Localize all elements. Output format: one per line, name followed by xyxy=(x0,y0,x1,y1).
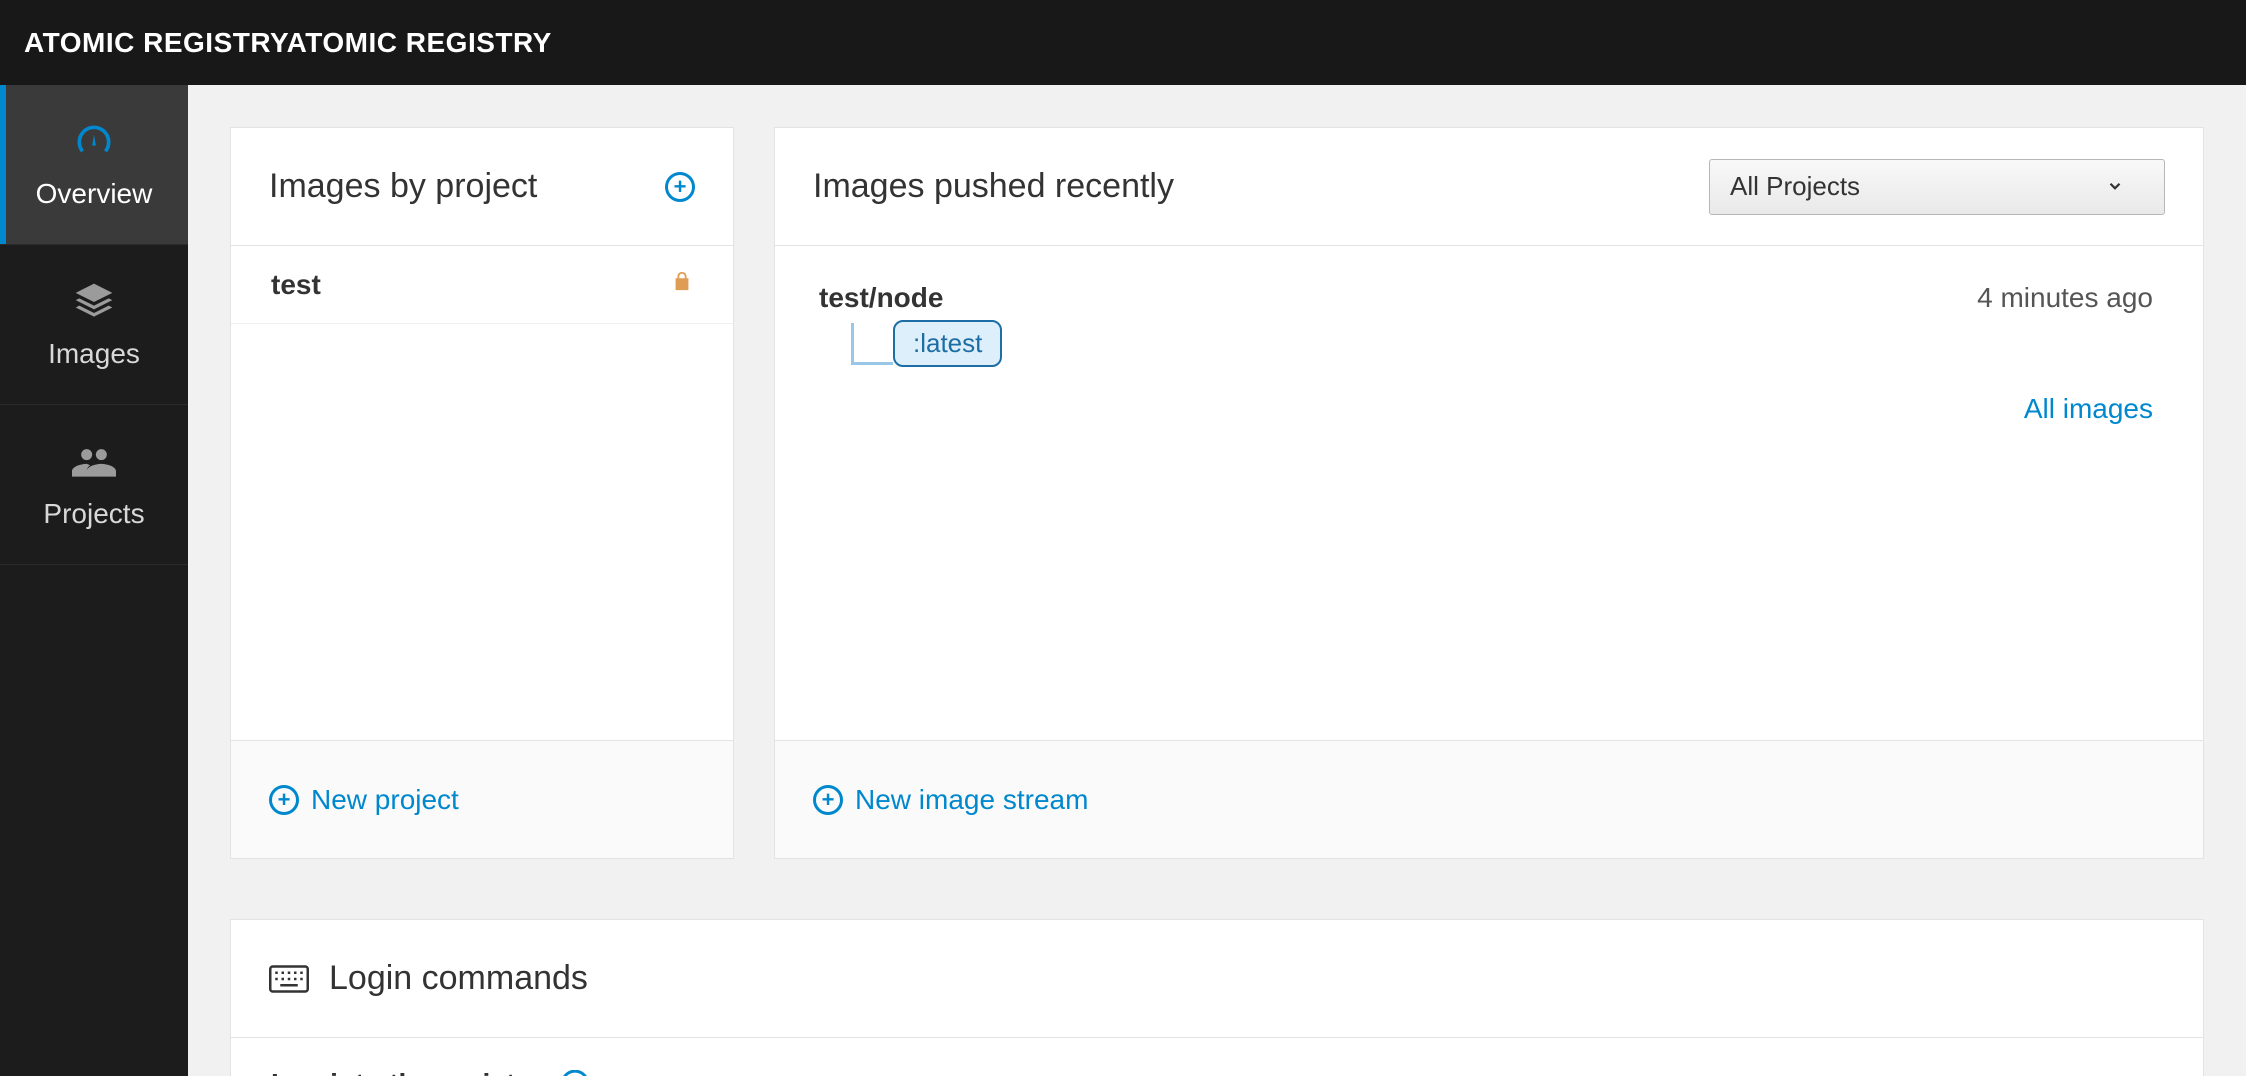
sidebar-item-projects[interactable]: Projects xyxy=(0,405,188,565)
image-name[interactable]: test/node xyxy=(819,282,1002,314)
all-images-link[interactable]: All images xyxy=(2024,393,2153,424)
card-footer: + New image stream xyxy=(775,740,2203,858)
sidebar-item-label: Projects xyxy=(43,498,144,530)
lock-icon xyxy=(671,268,693,301)
plus-icon: + xyxy=(269,785,299,815)
image-tag[interactable]: :latest xyxy=(893,320,1002,367)
card-login-commands: Login commands Log into the registry: xyxy=(230,919,2204,1076)
card-title: Login commands xyxy=(329,959,588,998)
dashboard-icon xyxy=(72,120,116,164)
keyboard-icon xyxy=(269,963,309,995)
sidebar-item-label: Overview xyxy=(36,178,153,210)
card-body: test/node :latest 4 minutes ago All imag… xyxy=(775,246,2203,740)
users-icon xyxy=(72,440,116,484)
card-images-recent: Images pushed recently All Projects test… xyxy=(774,127,2204,859)
card-header: Images pushed recently All Projects xyxy=(775,128,2203,246)
card-title: Images by project xyxy=(269,167,537,206)
login-label: Log into the registry: xyxy=(271,1068,551,1076)
sidebar: Overview Images Projects xyxy=(0,85,188,1076)
new-project-link[interactable]: + New project xyxy=(269,784,459,816)
sidebar-item-images[interactable]: Images xyxy=(0,245,188,405)
plus-icon: + xyxy=(813,785,843,815)
main-content: Images by project + test + New project xyxy=(188,85,2246,1076)
topbar: ATOMIC REGISTRYATOMIC REGISTRY xyxy=(0,0,2246,85)
project-row[interactable]: test xyxy=(231,246,733,324)
dropdown-selected: All Projects xyxy=(1730,171,1860,202)
link-label: New project xyxy=(311,784,459,816)
brand-text: ATOMIC REGISTRYATOMIC REGISTRY xyxy=(24,27,552,59)
card-body: Log into the registry: xyxy=(231,1038,2203,1076)
card-title: Images pushed recently xyxy=(813,167,1174,206)
new-image-stream-link[interactable]: + New image stream xyxy=(813,784,1088,816)
link-label: New image stream xyxy=(855,784,1088,816)
recent-image-row: test/node :latest 4 minutes ago xyxy=(775,246,2203,377)
info-icon[interactable] xyxy=(561,1070,589,1076)
project-name: test xyxy=(271,269,321,301)
card-header: Login commands xyxy=(231,920,2203,1038)
sidebar-item-overview[interactable]: Overview xyxy=(0,85,188,245)
card-footer: + New project xyxy=(231,740,733,858)
tag-tree: :latest xyxy=(851,320,1002,367)
layers-icon xyxy=(72,280,116,324)
project-filter-dropdown[interactable]: All Projects xyxy=(1709,159,2165,215)
card-header: Images by project + xyxy=(231,128,733,246)
chevron-down-icon xyxy=(2106,171,2124,202)
card-images-by-project: Images by project + test + New project xyxy=(230,127,734,859)
add-project-icon[interactable]: + xyxy=(665,172,695,202)
sidebar-item-label: Images xyxy=(48,338,140,370)
tree-connector-icon xyxy=(851,323,893,365)
card-body: test xyxy=(231,246,733,740)
image-age: 4 minutes ago xyxy=(1977,282,2153,367)
